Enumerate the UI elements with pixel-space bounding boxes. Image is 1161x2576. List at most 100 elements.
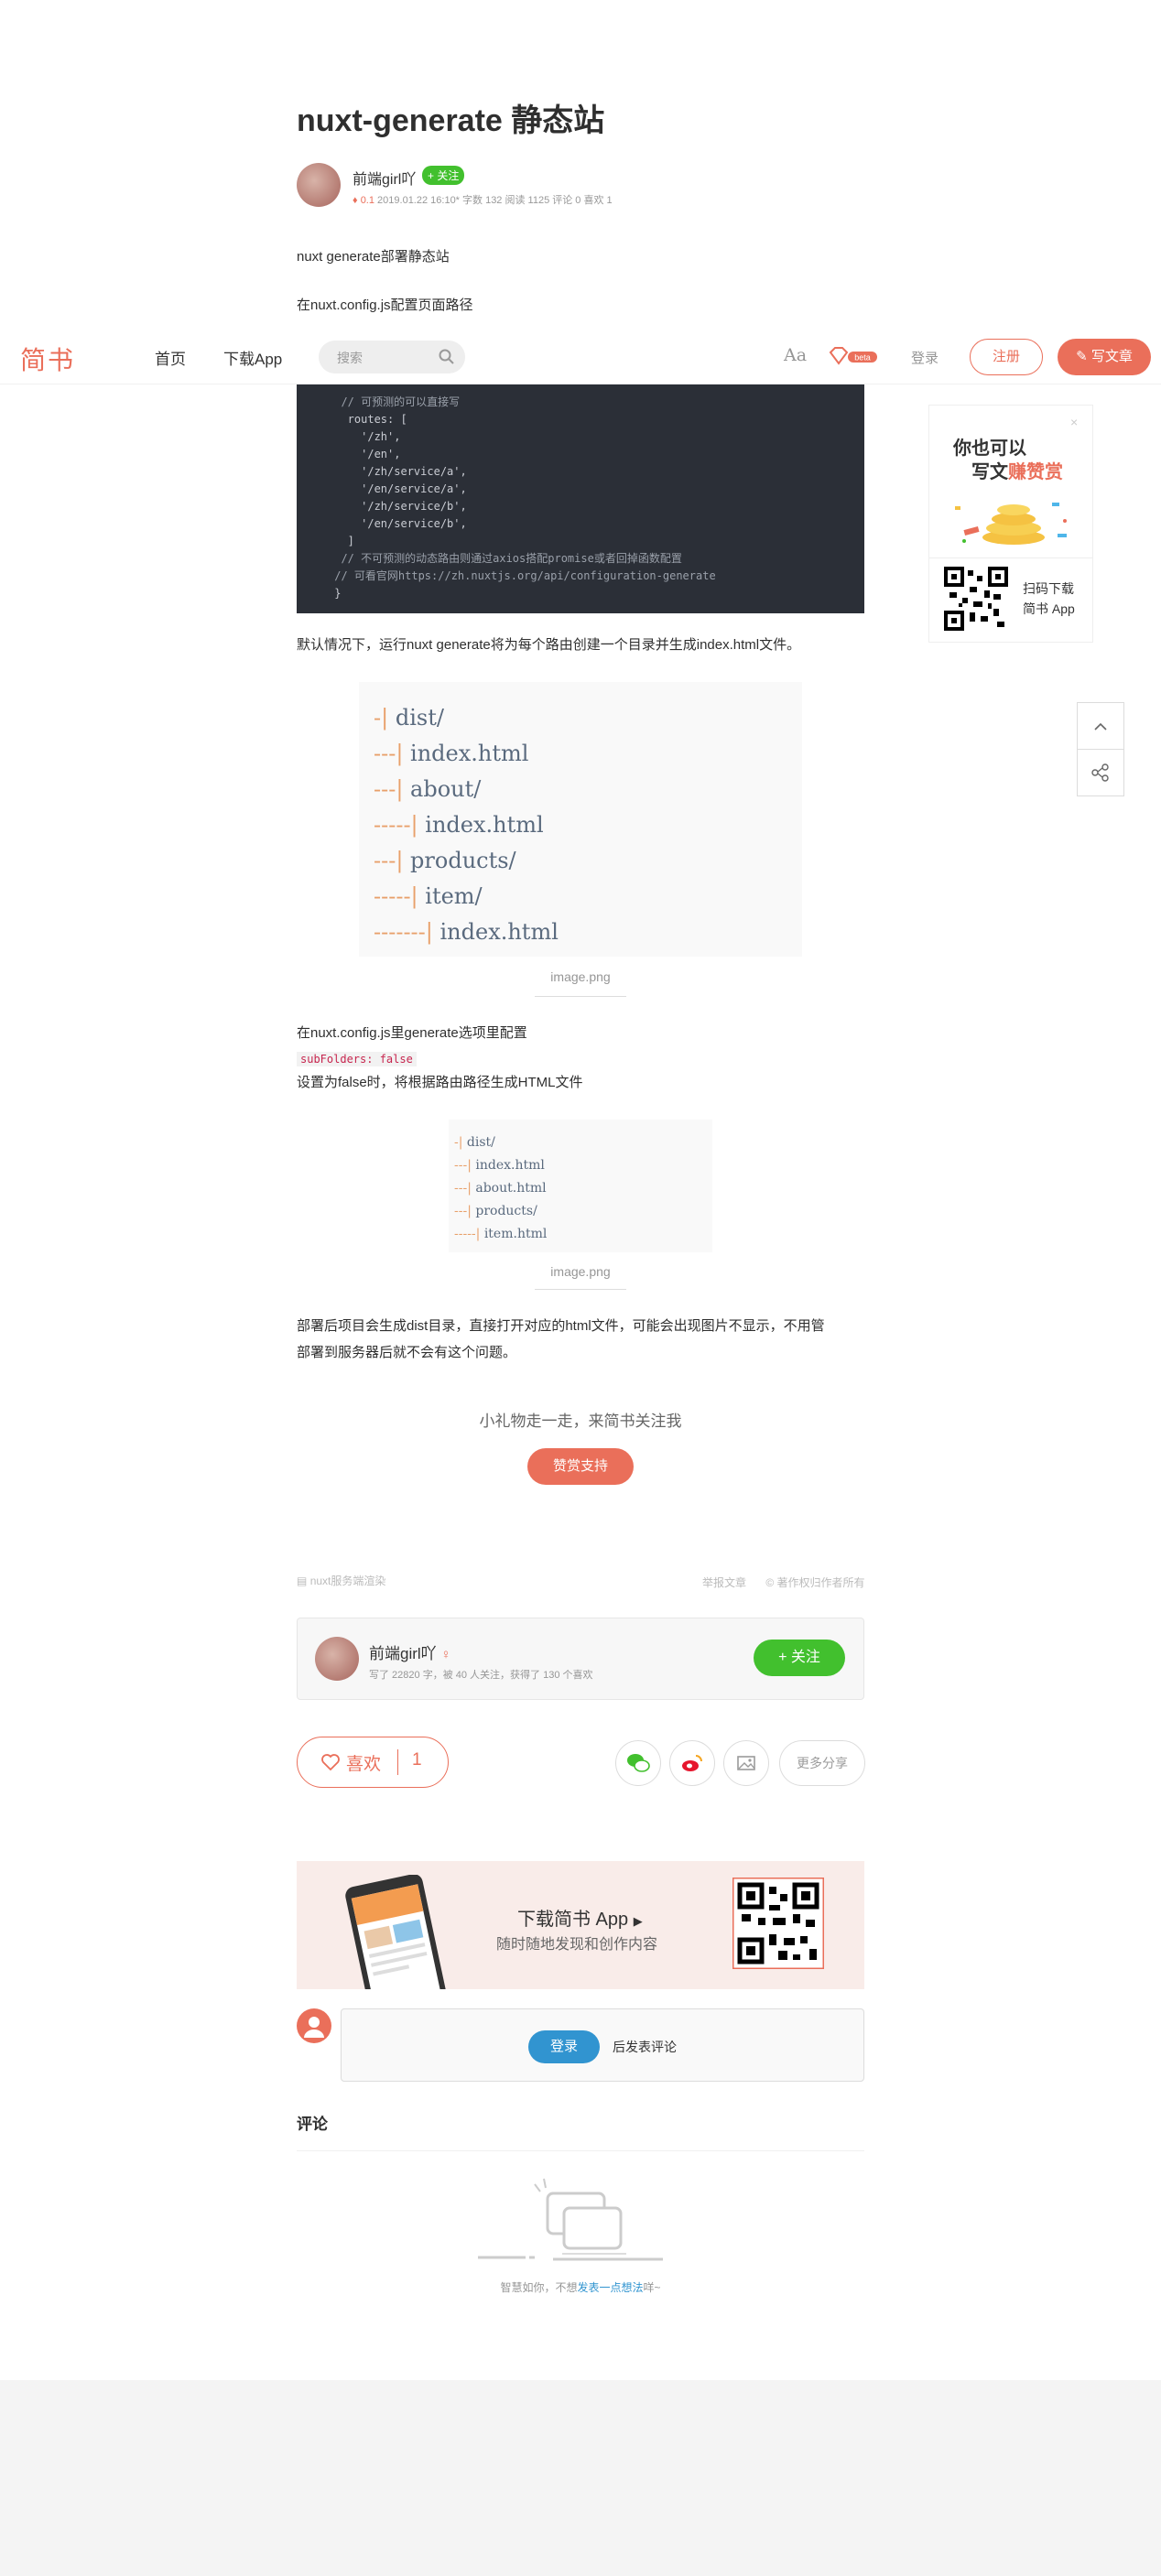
code-line: '/zh', <box>328 430 401 443</box>
phone-illustration <box>345 1875 448 1989</box>
login-link[interactable]: 登录 <box>911 348 939 367</box>
write-label: 写文章 <box>1090 349 1133 364</box>
page-footer <box>0 2380 1161 2576</box>
side-ad[interactable]: × 你也可以 写文赚赞赏 扫码下载 简书 App <box>928 405 1093 643</box>
code-line: routes: [ <box>328 413 407 426</box>
article-title: nuxt-generate 静态站 <box>297 103 605 138</box>
paragraph-generate: 在nuxt.config.js里generate选项里配置 <box>297 1025 527 1041</box>
comment-box[interactable] <box>341 2008 864 2082</box>
code-line: '/en/service/b', <box>328 517 467 530</box>
share-wechat-button[interactable] <box>615 1740 661 1786</box>
register-button[interactable]: 注册 <box>970 339 1043 375</box>
code-line: // 可预测的可以直接写 <box>328 395 461 408</box>
directory-line: ---| index.html <box>374 741 529 766</box>
author-card-name[interactable]: 前端girl吖 ♀ <box>369 1640 451 1663</box>
copyright-text: © 著作权归作者所有 <box>765 1576 865 1589</box>
author-card-follow-button[interactable]: + 关注 <box>754 1640 845 1676</box>
heart-icon <box>321 1754 340 1771</box>
follow-button[interactable]: + 关注 <box>422 166 465 185</box>
diamond-count: 0.1 <box>360 195 374 206</box>
banner-subtitle: 随时随地发现和创作内容 <box>496 1937 658 1953</box>
code-line: // 不可预测的动态路由则通过axios搭配promise或者回掉函数配置 <box>328 552 682 565</box>
paragraph-deploy-2: 部署到服务器后就不会有这个问题。 <box>297 1345 517 1360</box>
paragraph-config: 在nuxt.config.js配置页面路径 <box>297 298 473 313</box>
code-line: '/zh/service/b', <box>328 500 467 513</box>
search-icon[interactable] <box>438 348 456 366</box>
caption-underline <box>535 996 626 997</box>
pen-icon: ✎ <box>1076 349 1088 364</box>
share-icon <box>1091 763 1109 782</box>
weibo-icon <box>682 1755 702 1771</box>
paragraph-intro: nuxt generate部署静态站 <box>297 249 450 265</box>
author-card-stats: 写了 22820 字，被 40 人关注，获得了 130 个喜欢 <box>369 1670 593 1681</box>
code-line: // 可看官网https://zh.nuxtjs.org/api/configu… <box>328 569 716 582</box>
caption-underline <box>535 1289 626 1290</box>
female-icon: ♀ <box>440 1647 451 1662</box>
nav-home[interactable]: 首页 <box>155 346 186 369</box>
collection-link[interactable]: ▤ nuxt服务端渲染 <box>297 1573 385 1588</box>
diamond-beta-icon[interactable]: beta <box>828 346 879 366</box>
diamond-icon: ♦ <box>353 195 358 206</box>
image-caption-2: image.png <box>550 1264 611 1279</box>
ad-line1: 你也可以 <box>953 438 1026 459</box>
directory-image-2[interactable]: -| dist/ ---| index.html ---| about.html --… <box>449 1120 712 1252</box>
banner-qr-code <box>732 1878 824 1969</box>
comments-heading: 评论 <box>297 2116 328 2133</box>
reward-button[interactable]: 赞赏支持 <box>527 1448 634 1485</box>
directory-line: -| dist/ <box>374 705 444 731</box>
meta-text: 2019.01.22 16:10* 字数 132 阅读 1125 评论 0 喜欢… <box>377 195 613 206</box>
comment-after-text: 后发表评论 <box>613 2040 677 2054</box>
directory-line: ---| products/ <box>374 848 516 873</box>
more-share-button[interactable]: 更多分享 <box>779 1740 865 1786</box>
beta-label: beta <box>854 353 871 363</box>
directory-line: ---| index.html <box>454 1158 545 1173</box>
code-block: // 可预测的可以直接写 routes: [ '/zh', '/en', '/z… <box>297 384 864 613</box>
directory-line: ---| products/ <box>454 1204 537 1218</box>
wechat-icon <box>627 1754 650 1772</box>
code-line: } <box>328 587 342 600</box>
reward-text: 小礼物走一走，来简书关注我 <box>479 1412 682 1430</box>
author-card-avatar[interactable] <box>315 1637 359 1681</box>
scan-line1: 扫码下载 <box>1023 581 1074 596</box>
code-line: '/en/service/a', <box>328 482 467 495</box>
ad-line2: 写文赚赞赏 <box>971 462 1063 482</box>
author-name[interactable]: 前端girl吖 <box>353 167 416 189</box>
article-meta: ♦ 0.1 2019.01.22 16:10* 字数 132 阅读 1125 评… <box>353 192 613 207</box>
notebook-icon: ▤ <box>297 1575 308 1587</box>
empty-comments-text: 智慧如你，不想发表一点想法咩~ <box>500 2281 661 2294</box>
comment-avatar <box>297 2008 331 2043</box>
back-to-top-button[interactable] <box>1077 702 1124 750</box>
code-line: '/en', <box>328 448 401 460</box>
directory-line: ---| about.html <box>454 1181 547 1196</box>
site-logo[interactable]: 简书 <box>20 341 75 377</box>
post-idea-link[interactable]: 发表一点想法 <box>577 2281 643 2294</box>
code-line: ] <box>328 535 354 547</box>
write-article-button[interactable]: ✎ 写文章 <box>1058 339 1151 375</box>
directory-line: -----| item.html <box>454 1227 548 1241</box>
font-setting-icon[interactable]: Aa <box>784 345 807 365</box>
share-image-button[interactable] <box>723 1740 769 1786</box>
code-line: '/zh/service/a', <box>328 465 467 478</box>
directory-line: -----| index.html <box>374 812 544 838</box>
close-icon[interactable]: × <box>1070 415 1078 429</box>
user-icon <box>304 2017 324 2038</box>
paragraph-deploy-1: 部署后项目会生成dist目录，直接打开对应的html文件，可能会出现图片不显示，… <box>297 1318 825 1334</box>
comment-login-button[interactable]: 登录 <box>528 2030 600 2063</box>
picture-icon <box>737 1756 755 1770</box>
like-count: 1 <box>412 1750 422 1770</box>
like-divider <box>397 1749 398 1775</box>
image-caption-1: image.png <box>550 969 611 984</box>
report-link[interactable]: 举报文章 <box>702 1576 746 1589</box>
nav-download-app[interactable]: 下载App <box>223 346 282 369</box>
comments-divider <box>297 2150 864 2151</box>
directory-line: ---| about/ <box>374 776 482 802</box>
directory-image-1[interactable]: -| dist/ ---| index.html ---| about/ -----|… <box>359 682 802 957</box>
banner-title: 下载简书 App ▶ <box>517 1910 643 1930</box>
article-footer-right: 举报文章 © 著作权归作者所有 <box>702 1575 865 1590</box>
inline-code: subFolders: false <box>297 1052 417 1066</box>
share-weibo-button[interactable] <box>669 1740 715 1786</box>
author-avatar[interactable] <box>297 163 341 207</box>
empty-comments-illustration <box>478 2178 663 2261</box>
share-side-button[interactable] <box>1077 749 1124 796</box>
qr-code <box>944 567 1008 631</box>
